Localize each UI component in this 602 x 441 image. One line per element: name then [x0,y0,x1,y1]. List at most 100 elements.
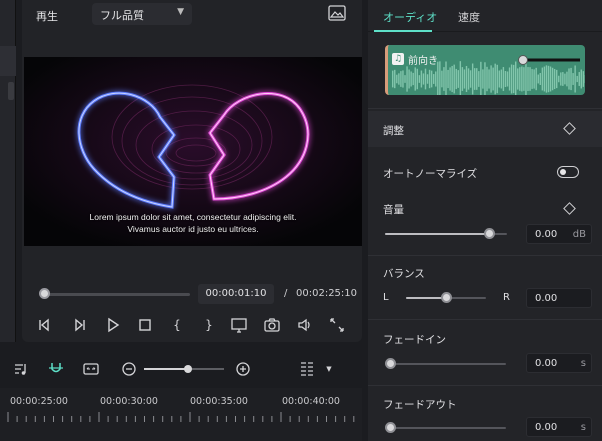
divider [368,319,602,320]
display-settings-icon[interactable] [230,316,248,334]
waveform-bar [562,72,564,86]
volume-value: 0.00 [535,229,558,240]
fade-out-label: フェードアウト [383,399,457,411]
waveform-bar [496,64,498,94]
next-frame-icon[interactable] [70,316,88,334]
media-panel-band [0,46,16,76]
caret-down-icon[interactable]: ▼ [320,360,338,378]
video-preview[interactable]: Lorem ipsum dolor sit amet, consectetur … [24,57,362,246]
waveform-bar [531,69,533,89]
waveform-bar [467,68,470,90]
zoom-slider-handle[interactable] [184,365,192,373]
waveform-bar [539,73,541,85]
waveform-bar [453,64,455,94]
fade-in-slider-handle[interactable] [385,358,396,369]
previous-frame-icon[interactable] [36,316,54,334]
zoom-slider-fill [144,368,188,370]
waveform-bar [422,73,425,85]
audio-track-icon[interactable] [12,360,30,378]
waveform-bar [512,64,515,94]
waveform-bar [414,67,416,91]
waveform-bar [523,67,525,91]
volume-input[interactable]: 0.00 dB [526,224,592,244]
clip-title: 前向き [408,56,438,67]
waveform-bar [551,67,554,91]
media-panel-scrollbar[interactable] [8,82,14,100]
mark-in-icon[interactable]: { [168,316,186,334]
fade-in-label: フェードイン [383,334,446,346]
fade-out-value: 0.00 [535,422,558,433]
waveform-bar [492,67,494,91]
waveform-bar [398,73,400,85]
adjust-section-title: 調整 [383,125,404,137]
waveform-bar [465,65,468,93]
waveform-bar [545,65,548,93]
playback-progress-track[interactable] [42,293,190,296]
music-note-icon: ♫ [392,53,404,65]
property-tabs: オーディオ 速度 [368,0,602,32]
fade-out-input[interactable]: 0.00 s [526,417,592,437]
subtitle-line-1: Lorem ipsum dolor sit amet, consectetur … [89,212,297,222]
snapshot-image-icon[interactable] [328,5,346,21]
volume-icon[interactable] [296,316,314,334]
waveform-bar [451,65,453,93]
balance-right-label: R [503,292,510,303]
quality-dropdown[interactable]: フル品質 ▼ [92,3,192,25]
waveform-bar [443,67,445,91]
auto-normalize-toggle[interactable] [557,166,579,178]
waveform-bar [428,69,431,89]
adjust-section-header[interactable]: 調整 [368,111,602,147]
waveform-bar [564,73,566,85]
balance-input[interactable]: 0.00 [526,288,592,308]
audio-clip-preview[interactable]: ♫ 前向き [385,45,585,95]
track-layout-icon[interactable] [298,360,316,378]
fade-in-input[interactable]: 0.00 s [526,353,592,373]
toggle-knob [560,168,566,175]
fullscreen-icon[interactable] [328,316,346,334]
waveform-bar [457,70,459,88]
stop-icon[interactable] [136,316,154,334]
waveform-bar [449,67,451,91]
snap-magnet-icon[interactable] [47,360,65,378]
waveform-bar [430,70,433,88]
timeline-toolbar: ▼ [0,352,362,386]
waveform-bar [558,75,560,83]
fit-timeline-icon[interactable] [82,360,100,378]
waveform-bar [580,69,582,89]
fade-out-slider-track[interactable] [390,427,506,429]
waveform-bar [506,71,509,87]
timeline-ruler[interactable]: 00:00:25:00 00:00:30:00 00:00:35:00 00:0… [0,388,362,441]
divider [368,255,602,256]
waveform-bar [396,74,398,84]
fade-in-slider-track[interactable] [390,363,506,365]
auto-normalize-label: オートノーマライズ [383,168,478,180]
waveform-bar [471,63,474,95]
fade-out-slider-handle[interactable] [385,422,396,433]
playhead-handle[interactable] [39,288,51,299]
waveform-bar [549,66,552,92]
zoom-in-icon[interactable] [234,360,252,378]
play-icon[interactable] [104,316,122,334]
tab-speed[interactable]: 速度 [458,9,480,25]
zoom-out-icon[interactable] [120,360,138,378]
waveform-bar [439,61,441,95]
keyframe-diamond-icon[interactable] [563,122,576,135]
balance-slider-handle[interactable] [441,292,452,303]
waveform-bar [570,67,572,91]
waveform-bar [535,67,537,91]
fade-in-unit: s [580,358,586,369]
playback-timebar: 00:00:01:10 / 00:02:25:10 [22,282,362,306]
tab-audio[interactable]: オーディオ [383,9,437,25]
current-timecode[interactable]: 00:00:01:10 [198,284,274,304]
waveform-bar [474,68,476,90]
waveform-bar [476,68,478,90]
volume-slider-handle[interactable] [483,228,495,239]
volume-keyframe-diamond-icon[interactable] [563,202,576,215]
balance-label: バランス [383,268,425,280]
waveform-bar [392,70,394,88]
balance-slider-fill [406,297,446,299]
waveform-bar [490,65,492,93]
waveform-bar [433,74,435,84]
mark-out-icon[interactable]: } [200,316,218,334]
camera-icon[interactable] [263,316,281,334]
